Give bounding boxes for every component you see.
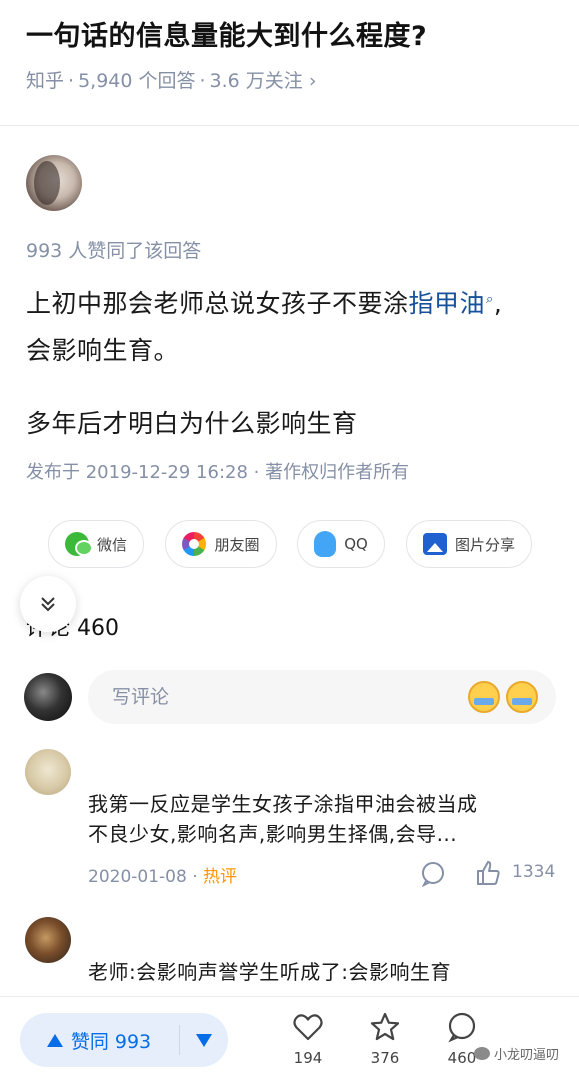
share-wechat-button[interactable]: 微信 xyxy=(48,520,144,568)
share-qq-label: QQ xyxy=(344,535,368,553)
question-meta[interactable]: 知乎 · 5,940 个回答 · 3.6 万关注 › xyxy=(26,66,316,93)
qq-icon xyxy=(314,531,337,557)
follower-count: 3.6 万关注 xyxy=(209,70,303,92)
comment-input-box[interactable] xyxy=(88,670,556,724)
share-qq-button[interactable]: QQ xyxy=(297,520,385,568)
triangle-up-icon xyxy=(46,1033,63,1047)
share-image-button[interactable]: 图片分享 xyxy=(406,520,532,568)
reply-icon[interactable] xyxy=(420,861,446,887)
watermark: 小龙叨逼叨 xyxy=(474,1044,559,1063)
comment-input[interactable] xyxy=(112,670,452,724)
question-header: 一句话的信息量能大到什么程度? 知乎 · 5,940 个回答 · 3.6 万关注 › xyxy=(0,0,579,126)
image-icon xyxy=(422,533,447,555)
question-title[interactable]: 一句话的信息量能大到什么程度? xyxy=(26,14,427,53)
answer-text: 上初中那会老师总说女孩子不要涂 xyxy=(26,289,409,318)
search-icon: ⌕ xyxy=(486,291,494,307)
share-moments-button[interactable]: 朋友圈 xyxy=(165,520,277,568)
chevron-right-icon: › xyxy=(308,70,317,92)
answer-punct: , xyxy=(493,289,503,318)
share-wechat-label: 微信 xyxy=(96,535,127,554)
upvote-label: 赞同 993 xyxy=(70,1030,152,1053)
like-button[interactable]: 194 xyxy=(278,1011,338,1080)
comment-text-line: 老师:会影响声誉学生听成了:会影响生育 xyxy=(88,960,451,984)
source-label: 知乎 xyxy=(26,70,65,92)
like-count: 194 xyxy=(293,1049,323,1067)
comment-text-line: 我第一反应是学生女孩子涂指甲油会被当成 xyxy=(88,792,478,816)
favorite-button[interactable]: 376 xyxy=(355,1011,415,1080)
commenter-avatar[interactable] xyxy=(25,749,71,795)
meta-separator: · xyxy=(68,70,75,92)
wechat-official-account-icon xyxy=(474,1047,490,1060)
answer-line-2: 会影响生育。 xyxy=(26,336,180,365)
downvote-button[interactable] xyxy=(180,1013,228,1067)
publish-info: 发布于 2019-12-29 16:28 · 著作权归作者所有 xyxy=(26,462,410,483)
star-icon xyxy=(370,1012,400,1041)
comment-like-count: 1334 xyxy=(512,862,556,882)
keyword-link[interactable]: 指甲油 xyxy=(409,289,486,318)
double-chevron-down-icon xyxy=(41,597,55,612)
watermark-text: 小龙叨逼叨 xyxy=(494,1048,560,1063)
comment-meta: 2020-01-08 · 热评 xyxy=(88,862,237,887)
comment-date: 2020-01-08 xyxy=(88,867,187,887)
answer-line-1: 上初中那会老师总说女孩子不要涂指甲油⌕, xyxy=(26,284,502,320)
commenter-avatar[interactable] xyxy=(25,917,71,963)
current-user-avatar xyxy=(24,673,72,721)
meta-separator: · xyxy=(192,867,204,887)
meta-separator: · xyxy=(199,70,206,92)
moments-icon xyxy=(182,532,207,556)
bottom-action-bar: 赞同 993 194 376 460 xyxy=(0,996,579,1080)
author-avatar[interactable] xyxy=(26,155,82,211)
upvote-button[interactable]: 赞同 993 xyxy=(20,1013,178,1067)
share-moments-label: 朋友圈 xyxy=(214,535,260,554)
vote-pill: 赞同 993 xyxy=(20,1013,228,1067)
wechat-icon xyxy=(64,532,93,556)
comment-bubble-icon xyxy=(448,1012,476,1043)
answer-count: 5,940 个回答 xyxy=(78,70,196,92)
answer-line-3: 多年后才明白为什么影响生育 xyxy=(26,409,358,438)
share-image-label: 图片分享 xyxy=(454,535,515,554)
comment-text-line: 不良少女,影响名声,影响男生择偶,会导... xyxy=(88,822,458,846)
hot-comment-badge: 热评 xyxy=(203,867,238,887)
emoji-sticker-icon[interactable] xyxy=(468,681,500,713)
collapse-button[interactable] xyxy=(20,576,76,632)
heart-icon xyxy=(293,1014,323,1041)
thumb-up-icon[interactable] xyxy=(474,859,502,887)
agree-count-line: 993 人赞同了该回答 xyxy=(26,240,202,262)
favorite-count: 376 xyxy=(370,1049,400,1067)
emoji-sticker-icon[interactable] xyxy=(506,681,538,713)
triangle-down-icon xyxy=(196,1033,212,1047)
